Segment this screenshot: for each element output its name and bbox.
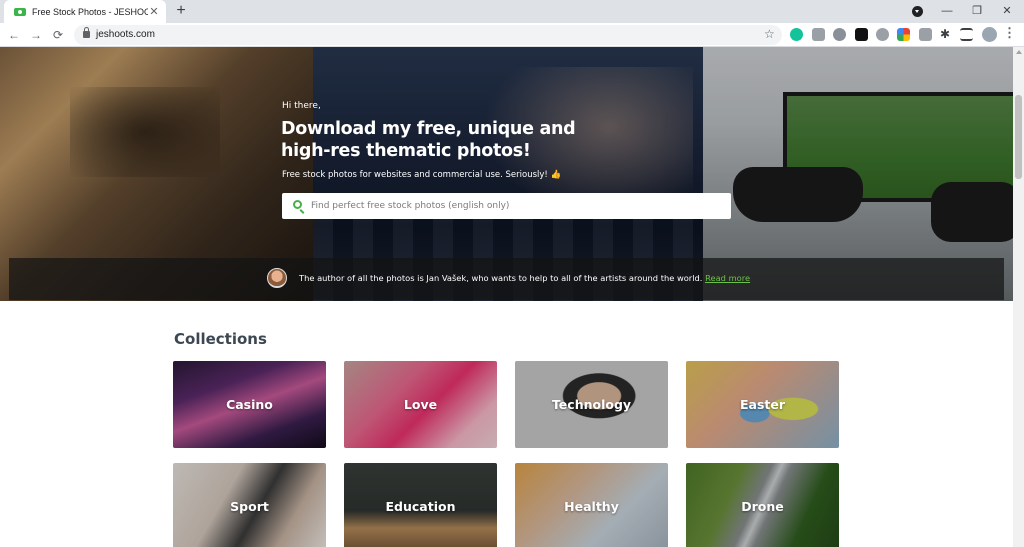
- browser-tab[interactable]: Free Stock Photos - JESHOOTS.com ✕: [4, 0, 166, 23]
- hero-banner: Hi there, Download my free, unique and h…: [0, 47, 1013, 301]
- adblock-extension-icon[interactable]: [833, 28, 846, 41]
- minimize-button[interactable]: —: [932, 0, 962, 23]
- hero-title: Download my free, unique and high-res th…: [281, 119, 576, 161]
- collection-label: Sport: [230, 499, 269, 514]
- search-box[interactable]: [282, 193, 731, 219]
- browser-toolbar: ← → ⟳ jeshoots.com ☆ ✱ ⋮: [0, 23, 1024, 47]
- collection-card-easter[interactable]: Easter: [686, 361, 839, 448]
- bookmark-star-icon[interactable]: ☆: [764, 27, 775, 41]
- scroll-up-icon[interactable]: [1016, 50, 1022, 54]
- collection-label: Education: [385, 499, 456, 514]
- collection-card-healthy[interactable]: Healthy: [515, 463, 668, 547]
- hero-greeting: Hi there,: [282, 101, 321, 111]
- new-tab-button[interactable]: +: [172, 2, 190, 20]
- hero-subtitle: Free stock photos for websites and comme…: [282, 170, 562, 180]
- color-picker-extension-icon[interactable]: [897, 28, 910, 41]
- search-input[interactable]: [311, 193, 721, 219]
- window-close-button[interactable]: ✕: [992, 0, 1022, 23]
- jeshoots-favicon-icon: [14, 7, 26, 16]
- reload-button[interactable]: ⟳: [49, 26, 67, 44]
- tab-title: Free Stock Photos - JESHOOTS.com: [32, 6, 148, 17]
- extension-icon[interactable]: [876, 28, 889, 41]
- collection-label: Casino: [226, 397, 273, 412]
- address-bar[interactable]: jeshoots.com ☆: [74, 25, 782, 45]
- browser-menu-icon[interactable]: ⋮: [1003, 25, 1016, 41]
- extension-icon[interactable]: [855, 28, 868, 41]
- lock-icon: [83, 27, 90, 38]
- author-bar: The author of all the photos is Jan Vaše…: [9, 258, 1004, 300]
- collection-card-love[interactable]: Love: [344, 361, 497, 448]
- author-description: The author of all the photos is Jan Vaše…: [299, 273, 706, 283]
- back-button[interactable]: ←: [5, 26, 23, 44]
- collection-card-sport[interactable]: Sport: [173, 463, 326, 547]
- scrollbar-thumb[interactable]: [1015, 95, 1022, 179]
- collection-card-drone[interactable]: Drone: [686, 463, 839, 547]
- read-more-link[interactable]: Read more: [705, 273, 750, 283]
- collection-card-casino[interactable]: Casino: [173, 361, 326, 448]
- search-icon: [293, 200, 302, 209]
- reading-list-icon[interactable]: [960, 28, 973, 41]
- extension-icon[interactable]: [919, 28, 932, 41]
- url-text[interactable]: jeshoots.com: [96, 29, 155, 40]
- collections-heading: Collections: [174, 330, 267, 348]
- media-control-icon[interactable]: [912, 6, 923, 17]
- collection-label: Healthy: [564, 499, 619, 514]
- collection-label: Easter: [739, 397, 786, 412]
- author-avatar: [267, 268, 287, 288]
- forward-button[interactable]: →: [27, 26, 45, 44]
- web-page: Hi there, Download my free, unique and h…: [0, 47, 1013, 547]
- puzzle-extensions-icon[interactable]: ✱: [940, 28, 953, 41]
- vertical-scrollbar[interactable]: [1013, 47, 1024, 547]
- tab-strip: Free Stock Photos - JESHOOTS.com ✕ + — ❐…: [0, 0, 1024, 23]
- collection-label: Drone: [741, 499, 784, 514]
- author-text: The author of all the photos is Jan Vaše…: [299, 273, 750, 283]
- collection-card-education[interactable]: Education: [344, 463, 497, 547]
- tab-close-icon[interactable]: ✕: [148, 5, 160, 18]
- collection-label: Love: [403, 397, 438, 412]
- grammarly-extension-icon[interactable]: [790, 28, 803, 41]
- collection-label: Technology: [551, 397, 632, 412]
- extension-icon[interactable]: [812, 28, 825, 41]
- collection-card-technology[interactable]: Technology: [515, 361, 668, 448]
- profile-avatar[interactable]: [982, 27, 997, 42]
- restore-button[interactable]: ❐: [962, 0, 992, 23]
